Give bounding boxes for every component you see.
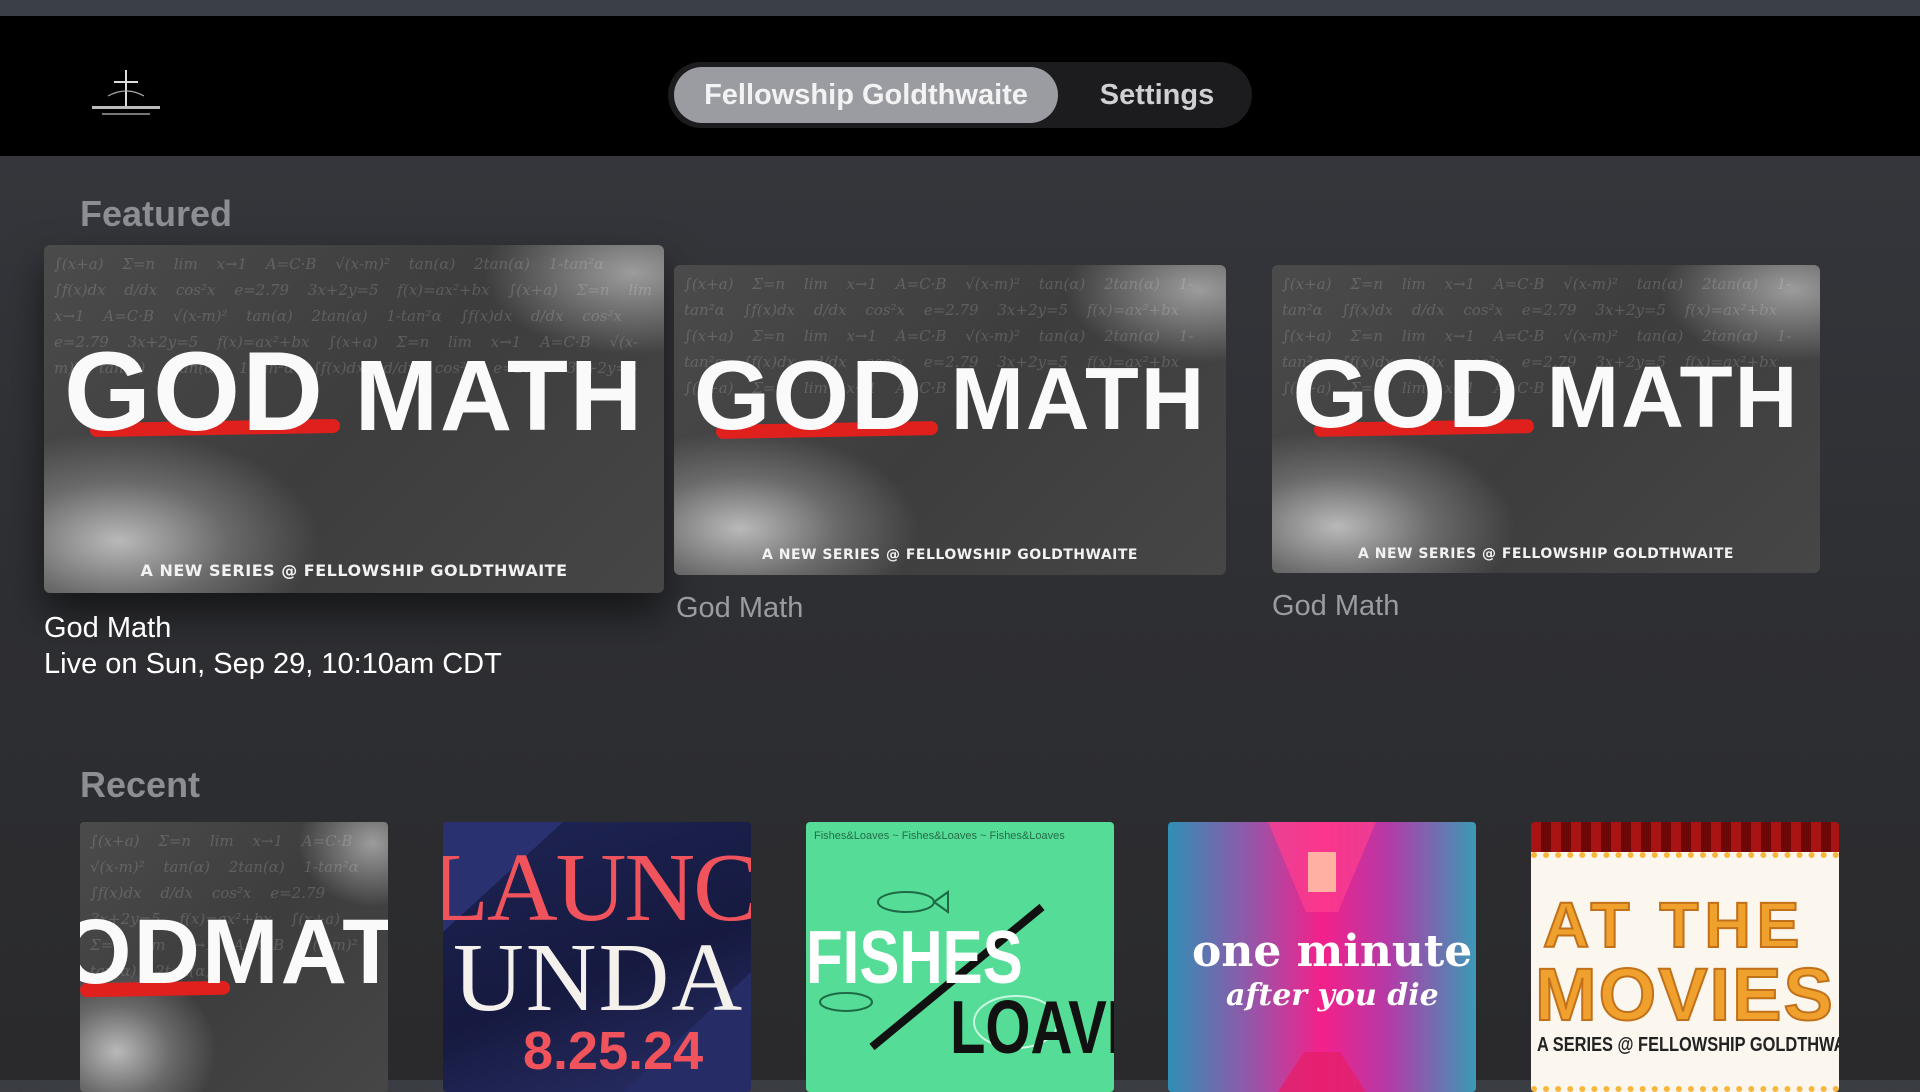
- recent-tile-one-minute-after-you-die[interactable]: one minute after you die: [1168, 822, 1476, 1092]
- art-subtitle: A NEW SERIES @ FELLOWSHIP GOLDTHWAITE: [762, 547, 1138, 563]
- top-navigation-bar: Fellowship Goldthwaite Settings: [0, 16, 1920, 156]
- art-subtitle: A NEW SERIES @ FELLOWSHIP GOLDTHWAITE: [140, 561, 568, 580]
- featured-card-god-math-1[interactable]: ∫(x+a) Σ=n lim x→1 A=C·B √(x-m)² tan(α) …: [44, 245, 664, 593]
- art-subtitle: A SERIES @ FELLOWSHIP GOLDTHWAITE: [1537, 1034, 1839, 1056]
- recent-tile-at-the-movies[interactable]: AT THE MOVIES A SERIES @ FELLOWSHIP GOLD…: [1531, 822, 1839, 1092]
- featured-card-3-title: God Math: [1272, 590, 1400, 622]
- art-title: GOD MATH: [63, 329, 645, 454]
- recent-tile-god-math[interactable]: ∫(x+a) Σ=n lim x→1 A=C·B √(x-m)² tan(α) …: [80, 822, 388, 1092]
- tab-settings[interactable]: Settings: [1068, 67, 1246, 123]
- featured-section-title: Featured: [80, 193, 233, 234]
- art-title: GOD MATH: [693, 340, 1207, 450]
- featured-card-1-schedule: Live on Sun, Sep 29, 10:10am CDT: [44, 648, 502, 680]
- featured-card-god-math-2[interactable]: ∫(x+a) Σ=n lim x→1 A=C·B √(x-m)² tan(α) …: [674, 265, 1226, 575]
- recent-tile-fishes-loaves[interactable]: Fishes&Loaves ~ Fishes&Loaves ~ Fishes&L…: [806, 822, 1114, 1092]
- featured-card-1-title: God Math: [44, 612, 172, 644]
- tab-fellowship-goldthwaite[interactable]: Fellowship Goldthwaite: [674, 67, 1058, 123]
- recent-section-title: Recent: [80, 764, 201, 805]
- church-logo: [88, 66, 164, 126]
- art-title: ODMAT: [80, 901, 388, 1003]
- art-subtitle: A NEW SERIES @ FELLOWSHIP GOLDTHWAITE: [1358, 546, 1734, 562]
- art-title: GOD MATH: [1292, 339, 1800, 448]
- art-word-2: LOAVES: [950, 985, 1114, 1070]
- art-line-2: UNDA: [453, 924, 745, 1032]
- featured-card-god-math-3[interactable]: ∫(x+a) Σ=n lim x→1 A=C·B √(x-m)² tan(α) …: [1272, 265, 1820, 573]
- featured-card-2-title: God Math: [676, 592, 804, 624]
- recent-tile-launch-sunday[interactable]: LAUNC UNDA 8.25.24: [443, 822, 751, 1092]
- top-tab-bar: Fellowship Goldthwaite Settings: [668, 62, 1252, 128]
- art-line-1: one minute: [1192, 926, 1473, 977]
- art-line-1: AT THE: [1542, 888, 1806, 962]
- art-line-2: after you die: [1226, 978, 1439, 1013]
- art-line-2: MOVIES: [1534, 952, 1835, 1037]
- curtain: [1531, 822, 1839, 852]
- window-top-strip: [0, 0, 1920, 16]
- art-date: 8.25.24: [523, 1021, 704, 1081]
